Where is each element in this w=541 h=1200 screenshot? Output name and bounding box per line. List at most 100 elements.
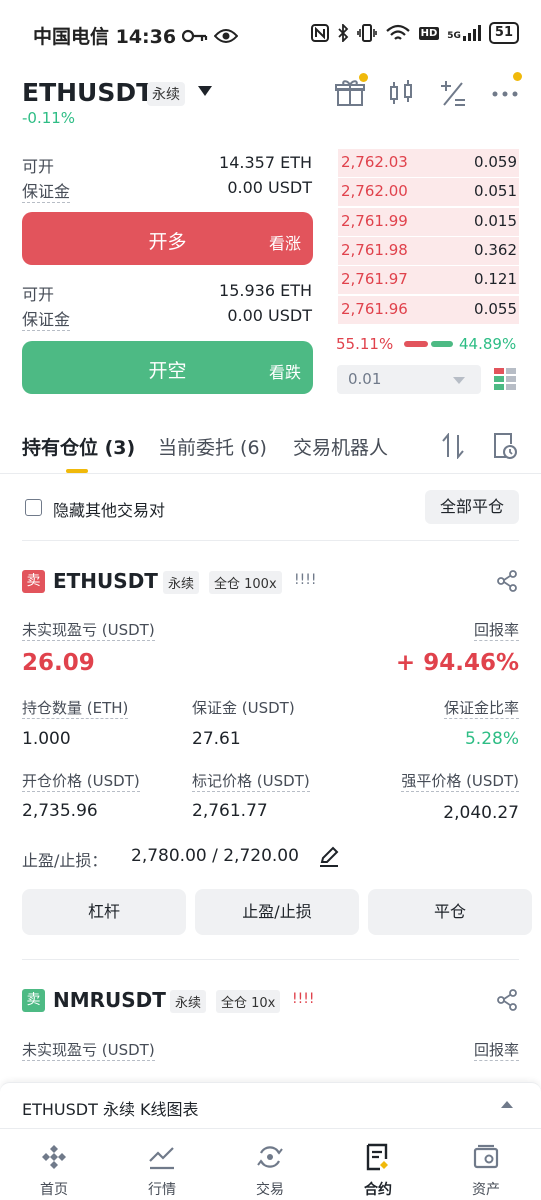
orderbook-row[interactable]: 2,761.98 0.362 bbox=[338, 237, 519, 265]
price-change: -0.11% bbox=[22, 109, 76, 127]
side-tag-sell: 卖 bbox=[22, 570, 45, 593]
battery-indicator: 51 bbox=[488, 22, 519, 44]
buy-available-label: 可开 bbox=[22, 157, 55, 176]
home-icon bbox=[42, 1145, 66, 1169]
key-icon bbox=[182, 29, 208, 42]
status-bar: 中国电信 14:36 HD 5G 51 bbox=[0, 0, 541, 66]
tab-open-orders[interactable]: 当前委托 (6) bbox=[158, 433, 267, 460]
position-symbol[interactable]: ETHUSDT bbox=[53, 569, 158, 593]
markets-icon bbox=[149, 1147, 174, 1170]
position-size-label[interactable]: 持仓数量 (ETH) bbox=[22, 697, 129, 719]
open-long-button[interactable]: 开多 看涨 bbox=[22, 212, 313, 265]
wallet-icon bbox=[473, 1144, 499, 1169]
sell-ratio-bar bbox=[431, 341, 453, 347]
margin-mode-chip[interactable]: 全仓 100x bbox=[209, 571, 282, 594]
nav-item-trade[interactable]: 交易 bbox=[216, 1129, 324, 1200]
hd-badge: HD bbox=[418, 26, 440, 40]
sell-margin-value: 0.00 USDT bbox=[227, 306, 312, 325]
kline-chart-label: ETHUSDT 永续 K线图表 bbox=[22, 1100, 199, 1119]
gift-icon[interactable] bbox=[335, 78, 365, 108]
unrealized-pnl-value: 26.09 bbox=[22, 650, 95, 676]
filter-divider bbox=[22, 540, 519, 541]
calculator-icon[interactable] bbox=[438, 78, 468, 108]
mark-price-value: 2,761.77 bbox=[192, 801, 268, 821]
edit-icon[interactable] bbox=[318, 846, 340, 868]
futures-icon bbox=[366, 1143, 388, 1171]
bluetooth-icon bbox=[337, 24, 348, 42]
entry-price-label[interactable]: 开仓价格 (USDT) bbox=[22, 770, 140, 792]
trade-icon bbox=[257, 1146, 283, 1168]
tpsl-label: 止盈/止损： bbox=[22, 851, 108, 870]
orderbook-row[interactable]: 2,762.00 0.051 bbox=[338, 178, 519, 206]
contract-type-chip: 永续 bbox=[170, 990, 207, 1013]
margin-ratio-label[interactable]: 保证金比率 bbox=[443, 697, 519, 719]
sell-ratio: 44.89% bbox=[459, 335, 517, 353]
risk-indicator: !!!! bbox=[294, 572, 317, 588]
leverage-button[interactable]: 杠杆 bbox=[22, 889, 186, 935]
sell-margin-label: 保证金 bbox=[22, 306, 71, 331]
entry-price-value: 2,735.96 bbox=[22, 801, 98, 821]
sell-available-label: 可开 bbox=[22, 285, 55, 304]
orderbook-row[interactable]: 2,761.97 0.121 bbox=[338, 266, 519, 294]
share-icon[interactable] bbox=[496, 989, 518, 1011]
margin-label: 保证金 (USDT) bbox=[192, 699, 295, 717]
orderbook-row[interactable]: 2,762.03 0.059 bbox=[338, 149, 519, 177]
wifi-icon bbox=[385, 24, 410, 40]
nav-item-markets[interactable]: 行情 bbox=[108, 1129, 216, 1200]
orderbook-row[interactable]: 2,761.96 0.055 bbox=[338, 296, 519, 324]
candlestick-icon[interactable] bbox=[386, 78, 416, 108]
eye-icon bbox=[214, 28, 239, 43]
nav-item-home[interactable]: 首页 bbox=[0, 1129, 108, 1200]
buy-ratio-bar bbox=[404, 341, 428, 347]
chevron-up-icon bbox=[501, 1101, 513, 1108]
bottom-nav: 首页 行情 交易 合约 资产 bbox=[0, 1128, 541, 1200]
orderbook-layout-icon[interactable] bbox=[493, 367, 517, 391]
roe-value: + 94.46% bbox=[395, 650, 519, 676]
orderbook-row[interactable]: 2,761.99 0.015 bbox=[338, 208, 519, 236]
history-icon[interactable] bbox=[492, 432, 518, 460]
risk-indicator: !!!! bbox=[292, 991, 315, 1007]
tab-trading-bots[interactable]: 交易机器人 bbox=[293, 433, 388, 460]
close-all-button[interactable]: 全部平仓 bbox=[425, 490, 519, 524]
position-divider bbox=[22, 959, 519, 960]
position-size-value: 1.000 bbox=[22, 729, 71, 749]
vibrate-icon bbox=[356, 24, 377, 42]
unrealized-pnl-label[interactable]: 未实现盈亏 (USDT) bbox=[22, 1039, 155, 1061]
share-icon[interactable] bbox=[496, 570, 518, 592]
margin-ratio-value: 5.28% bbox=[464, 729, 519, 749]
tpsl-value: 2,780.00 / 2,720.00 bbox=[131, 846, 299, 866]
close-position-button[interactable]: 平仓 bbox=[368, 889, 532, 935]
symbol-title[interactable]: ETHUSDT bbox=[22, 78, 153, 107]
margin-value: 27.61 bbox=[192, 729, 241, 749]
sort-icon[interactable] bbox=[441, 433, 465, 459]
roe-label[interactable]: 回报率 bbox=[473, 619, 519, 641]
mark-price-label[interactable]: 标记价格 (USDT) bbox=[192, 770, 310, 792]
margin-mode-chip[interactable]: 全仓 10x bbox=[216, 990, 281, 1013]
liq-price-label[interactable]: 强平价格 (USDT) bbox=[401, 770, 519, 792]
tpsl-button[interactable]: 止盈/止损 bbox=[195, 889, 359, 935]
network-label: 5G bbox=[447, 25, 481, 41]
hide-other-pairs-checkbox[interactable] bbox=[25, 499, 42, 516]
precision-select[interactable]: 0.01 bbox=[337, 365, 481, 394]
unrealized-pnl-label[interactable]: 未实现盈亏 (USDT) bbox=[22, 619, 155, 641]
nav-item-assets[interactable]: 资产 bbox=[432, 1129, 540, 1200]
liq-price-value: 2,040.27 bbox=[443, 803, 519, 823]
symbol-dropdown-icon[interactable] bbox=[198, 86, 212, 96]
contract-type-badge: 永续 bbox=[147, 82, 185, 106]
buy-available-value: 14.357 ETH bbox=[219, 153, 312, 172]
contract-type-chip: 永续 bbox=[163, 571, 200, 594]
kline-chart-bar[interactable]: ETHUSDT 永续 K线图表 bbox=[0, 1082, 541, 1128]
signal-icon bbox=[462, 25, 481, 41]
carrier-time: 中国电信 14:36 bbox=[33, 26, 177, 48]
tab-positions[interactable]: 持有仓位 (3) bbox=[22, 433, 135, 460]
buy-ratio: 55.11% bbox=[336, 335, 394, 353]
tabs-divider bbox=[0, 473, 541, 474]
open-short-button[interactable]: 开空 看跌 bbox=[22, 341, 313, 394]
more-icon[interactable] bbox=[490, 78, 520, 108]
buy-margin-label: 保证金 bbox=[22, 178, 71, 203]
nav-item-futures[interactable]: 合约 bbox=[324, 1129, 432, 1200]
position-symbol[interactable]: NMRUSDT bbox=[53, 988, 166, 1012]
hide-other-pairs-label: 隐藏其他交易对 bbox=[53, 501, 166, 520]
sell-available-value: 15.936 ETH bbox=[219, 281, 312, 300]
roe-label[interactable]: 回报率 bbox=[473, 1039, 519, 1061]
